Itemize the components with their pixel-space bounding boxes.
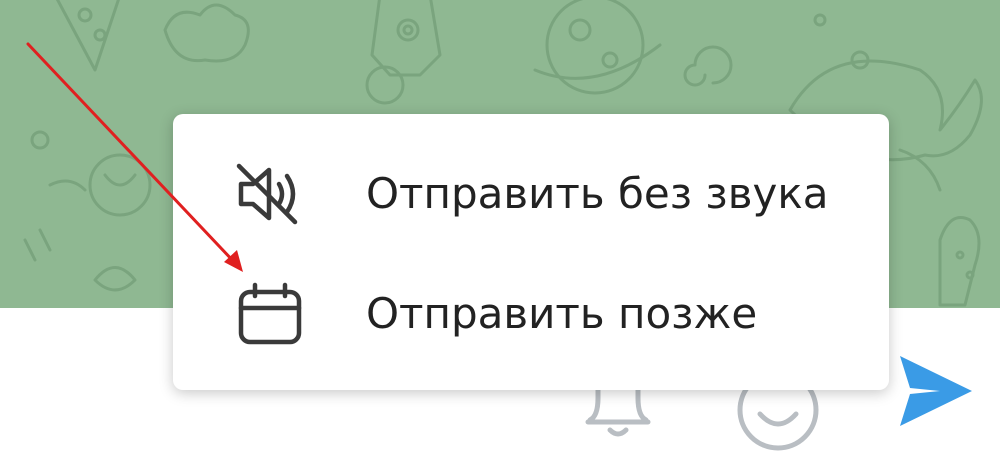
send-silently-item[interactable]: Отправить без звука [173,132,889,252]
send-later-label: Отправить позже [366,289,758,338]
send-options-menu: Отправить без звука Отправить позже [173,114,889,390]
muted-speaker-icon [235,162,305,226]
calendar-icon [235,282,305,346]
send-later-item[interactable]: Отправить позже [173,252,889,372]
send-silently-label: Отправить без звука [366,169,829,218]
send-icon[interactable] [896,352,976,430]
